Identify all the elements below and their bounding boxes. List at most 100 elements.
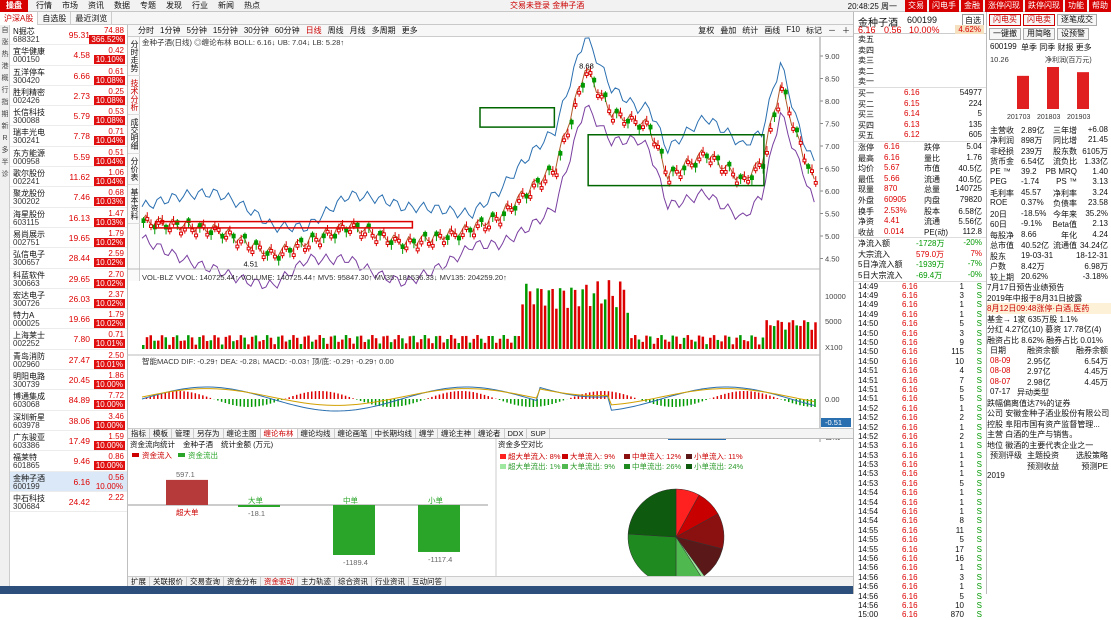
menu-item[interactable]: 资讯: [88, 0, 104, 11]
limit-up-highlight[interactable]: 8月12日09:48涨停·白酒,医药: [987, 303, 1111, 314]
f10-footer-tab[interactable]: 主题投资: [1027, 450, 1059, 461]
action-button[interactable]: 设预警: [1057, 28, 1089, 40]
stock-row[interactable]: 中石科技30068424.422.22: [10, 492, 127, 512]
footer-tab[interactable]: 交易查询: [187, 577, 224, 587]
side-nav-icon[interactable]: 新: [0, 121, 10, 133]
indicator-tab[interactable]: 模板: [150, 429, 172, 439]
action-button[interactable]: 用简略: [1023, 28, 1055, 40]
footer-tab[interactable]: 资金分布: [224, 577, 261, 587]
action-button[interactable]: 一键撤: [989, 28, 1021, 40]
indicator-tab[interactable]: 缠学: [416, 429, 438, 439]
sell-level-row[interactable]: 卖一: [854, 76, 986, 87]
action-button[interactable]: 闪电买: [989, 14, 1021, 26]
footer-tab[interactable]: 资金驱动: [261, 577, 298, 587]
footer-tab[interactable]: 互动问答: [409, 577, 446, 587]
footer-tab[interactable]: 综合资讯: [335, 577, 372, 587]
buy-level-row[interactable]: 买二6.15224: [854, 99, 986, 110]
indicator-tab[interactable]: 中长期均线: [372, 429, 417, 439]
stock-row[interactable]: 海星股份60311516.131.4710.03%: [10, 208, 127, 228]
list-tab[interactable]: 沪深A股: [0, 12, 38, 25]
menu-item[interactable]: 专题: [140, 0, 156, 11]
toolbar-button[interactable]: 闪电手: [929, 0, 959, 12]
stock-row[interactable]: 长信科技3000885.790.5310.08%: [10, 106, 127, 126]
indicator-tab[interactable]: 管理: [172, 429, 194, 439]
indicator-tab[interactable]: 缠论者: [475, 429, 505, 439]
buy-level-row[interactable]: 买四6.13135: [854, 120, 986, 131]
stock-row[interactable]: N掘芯68832195.3174.88366.52%: [10, 25, 127, 45]
period-tab[interactable]: 更多: [402, 25, 418, 36]
period-tab[interactable]: 60分钟: [275, 25, 300, 36]
side-nav-icon[interactable]: 概: [0, 73, 10, 85]
chart-tool-button[interactable]: 统计: [742, 25, 758, 36]
f10-footer-tab[interactable]: 预测评级: [990, 450, 1022, 461]
chart-tool-button[interactable]: －: [828, 25, 836, 36]
list-tab[interactable]: 最近浏览: [71, 12, 112, 25]
menu-item[interactable]: 新闻: [218, 0, 234, 11]
sell-level-row[interactable]: 卖四: [854, 45, 986, 56]
side-nav-icon[interactable]: 涨: [0, 37, 10, 49]
period-tab[interactable]: 1分钟: [160, 25, 180, 36]
menu-item[interactable]: 行情: [36, 0, 52, 11]
stock-row[interactable]: 弘信电子30065728.442.5910.02%: [10, 248, 127, 268]
side-nav-icon[interactable]: 港: [0, 61, 10, 73]
sell-level-row[interactable]: 卖二: [854, 66, 986, 77]
side-nav-icon[interactable]: 行: [0, 85, 10, 97]
period-tab[interactable]: 分时: [138, 25, 154, 36]
indicator-tab[interactable]: 缠论布林: [261, 429, 298, 439]
sell-level-row[interactable]: 卖三: [854, 55, 986, 66]
stock-row[interactable]: 青岛消防00296027.472.5010.01%: [10, 350, 127, 370]
stock-row[interactable]: 深圳新星60397838.063.4610.00%: [10, 411, 127, 431]
toolbar-button[interactable]: 金融: [961, 0, 983, 12]
stock-row[interactable]: 胜利精密0024262.730.2510.08%: [10, 86, 127, 106]
stock-row[interactable]: 科蓝软件30066329.652.7010.02%: [10, 269, 127, 289]
period-tab[interactable]: 周线: [328, 25, 344, 36]
buy-level-row[interactable]: 买一6.1654977: [854, 88, 986, 99]
stock-row[interactable]: 易尚展示00275119.651.7910.02%: [10, 228, 127, 248]
chart-tool-button[interactable]: F10: [786, 25, 800, 36]
f10-tabs[interactable]: 单季 同季 财报 更多: [1021, 42, 1092, 53]
stock-row[interactable]: 歌尔股份00224111.621.0610.04%: [10, 167, 127, 187]
news-item[interactable]: 7月17日预告业绩预告: [987, 282, 1111, 293]
stock-row[interactable]: 明阳电路30073920.451.8610.00%: [10, 370, 127, 390]
action-button[interactable]: 闪电卖: [1023, 14, 1055, 26]
stock-row[interactable]: 宜华健康0001504.580.4210.10%: [10, 45, 127, 65]
stock-row[interactable]: 特力A00002519.661.7910.02%: [10, 309, 127, 329]
period-tab[interactable]: 月线: [350, 25, 366, 36]
stock-row[interactable]: 聚龙股份3002027.460.6810.03%: [10, 187, 127, 207]
indicator-tab[interactable]: 另存为: [194, 429, 224, 439]
menu-item[interactable]: 热点: [244, 0, 260, 11]
indicator-tab[interactable]: SUP: [527, 429, 549, 439]
chart-tool-button[interactable]: 画线: [764, 25, 780, 36]
side-nav-icon[interactable]: 期: [0, 109, 10, 121]
footer-tab[interactable]: 行业资讯: [372, 577, 409, 587]
period-tab[interactable]: 15分钟: [213, 25, 238, 36]
side-nav-icon[interactable]: 指: [0, 97, 10, 109]
menu-item[interactable]: 发现: [166, 0, 182, 11]
side-nav-icon[interactable]: 自: [0, 25, 10, 37]
brand-button[interactable]: 操盘: [0, 0, 28, 12]
indicator-tab[interactable]: 缠论均线: [298, 429, 335, 439]
period-tab[interactable]: 多周期: [372, 25, 396, 36]
footer-tab[interactable]: 主力轨迹: [298, 577, 335, 587]
side-nav-icon[interactable]: 热: [0, 49, 10, 61]
news-item[interactable]: 2019年中报于8月31日披露: [987, 293, 1111, 304]
kline-chart[interactable]: 金种子酒(日线) ◎缠论布林 BOLL: 6.16↓ UB: 7.04↓ LB:…: [128, 37, 853, 449]
indicator-tab[interactable]: 缠论画笔: [335, 429, 372, 439]
indicator-tab[interactable]: DDX: [505, 429, 528, 439]
footer-tab[interactable]: 关联报价: [150, 577, 187, 587]
toolbar-button[interactable]: 交易: [905, 0, 927, 12]
sell-level-row[interactable]: 卖五: [854, 34, 986, 45]
stock-row[interactable]: 宏达电子30072626.032.3710.02%: [10, 289, 127, 309]
toolbar-button[interactable]: 跌停闪现: [1025, 0, 1063, 12]
stock-row[interactable]: 瑞丰光电3002417.780.7110.04%: [10, 126, 127, 146]
stock-row[interactable]: 福莱特6018659.460.8610.00%: [10, 451, 127, 471]
period-tab[interactable]: 30分钟: [244, 25, 269, 36]
chart-tool-button[interactable]: 复权: [698, 25, 714, 36]
stock-row[interactable]: 博通集成60306884.897.7210.00%: [10, 390, 127, 410]
stock-row[interactable]: 东方能源0009585.590.5110.04%: [10, 147, 127, 167]
indicator-tab[interactable]: 缠论主图: [224, 429, 261, 439]
menu-item[interactable]: 市场: [62, 0, 78, 11]
menu-item[interactable]: 数据: [114, 0, 130, 11]
side-nav-icon[interactable]: R: [0, 133, 10, 145]
period-tab[interactable]: 5分钟: [186, 25, 206, 36]
